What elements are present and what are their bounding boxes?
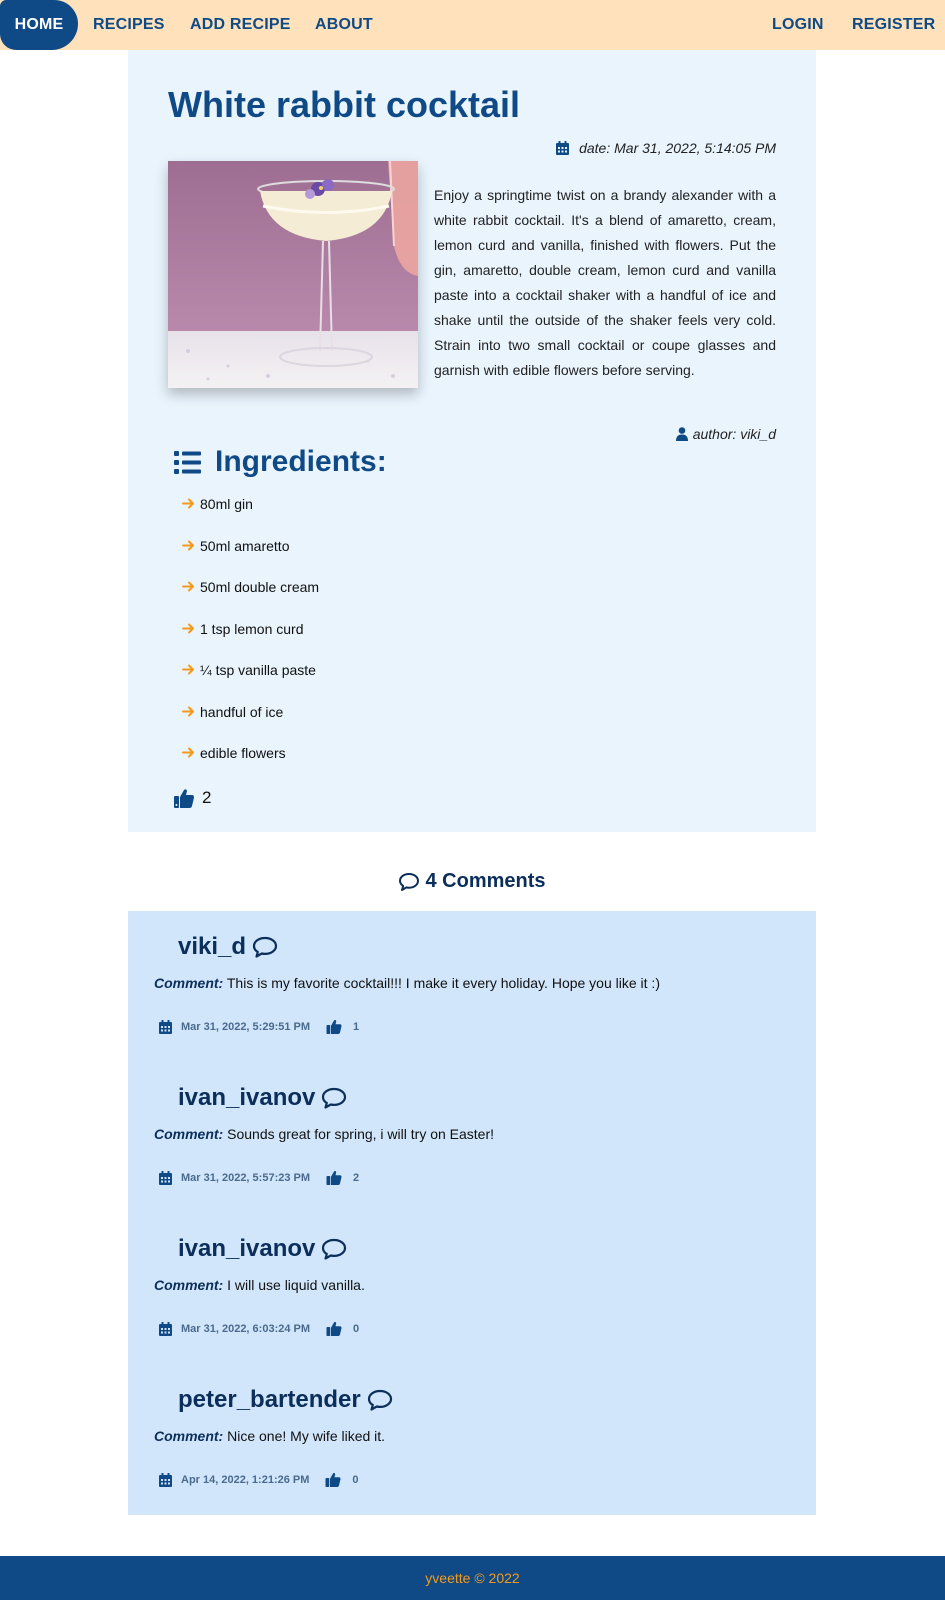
arrow-right-icon xyxy=(182,664,194,675)
recipe-likes[interactable]: 2 xyxy=(174,788,211,808)
comment-meta: Mar 31, 2022, 5:57:23 PM 2 xyxy=(159,1170,359,1185)
comments-list: viki_d Comment: This is my favorite cock… xyxy=(128,911,816,1515)
comment-icon xyxy=(399,872,420,891)
ingredient-text: 50ml amaretto xyxy=(200,537,290,554)
ingredient-text: ¼ tsp vanilla paste xyxy=(200,662,316,678)
recipe-description: Enjoy a springtime twist on a brandy ale… xyxy=(434,187,776,378)
comment-icon xyxy=(367,1389,392,1411)
comment-username: peter_bartender xyxy=(178,1386,361,1413)
footer-text: yveette © 2022 xyxy=(425,1570,520,1586)
comments-heading: 4 Comments xyxy=(128,870,816,893)
ingredient-item: handful of ice xyxy=(182,704,319,746)
comment-body: Comment: Sounds great for spring, i will… xyxy=(154,1126,494,1142)
arrow-right-icon xyxy=(182,540,194,550)
comment-meta: Mar 31, 2022, 5:29:51 PM 1 xyxy=(159,1019,359,1034)
comment-date: Mar 31, 2022, 5:29:51 PM xyxy=(181,1020,311,1033)
nav-about[interactable]: ABOUT xyxy=(315,0,373,50)
comment-label: Comment: xyxy=(154,1428,224,1444)
ingredient-text: handful of ice xyxy=(200,703,284,720)
comment-item: ivan_ivanov Comment: Sounds great for sp… xyxy=(128,1062,816,1213)
page-footer: yveette © 2022 xyxy=(0,1556,945,1600)
comment-likes: 2 xyxy=(353,1171,360,1184)
thumbs-up-icon[interactable] xyxy=(174,788,194,808)
comment-icon xyxy=(252,936,278,958)
comment-author: ivan_ivanov xyxy=(178,1084,347,1112)
arrow-right-icon xyxy=(182,747,194,758)
thumbs-up-icon[interactable] xyxy=(326,1170,342,1185)
comment-username: ivan_ivanov xyxy=(178,1235,316,1262)
comment-item: ivan_ivanov Comment: I will use liquid v… xyxy=(128,1213,816,1364)
calendar-icon xyxy=(159,1321,172,1336)
nav-add-recipe[interactable]: ADD RECIPE xyxy=(190,0,291,50)
thumbs-up-icon[interactable] xyxy=(325,1472,341,1487)
top-nav: HOME RECIPES ADD RECIPE ABOUT LOGIN REGI… xyxy=(0,0,945,50)
recipe-photo xyxy=(168,161,418,388)
ingredients-heading: Ingredients: xyxy=(174,445,387,479)
comment-likes: 0 xyxy=(353,1322,360,1335)
comment-author: peter_bartender xyxy=(178,1386,393,1414)
nav-login[interactable]: LOGIN xyxy=(772,0,824,50)
list-icon xyxy=(174,451,201,474)
recipe-author: author: viki_d xyxy=(675,426,776,442)
comment-date: Apr 14, 2022, 1:21:26 PM xyxy=(181,1473,310,1486)
calendar-icon xyxy=(556,141,570,155)
recipe-title: White rabbit cocktail xyxy=(168,84,521,125)
ingredient-item: 50ml amaretto xyxy=(182,538,319,580)
comments-count: 4 Comments xyxy=(425,870,546,892)
comment-text: Sounds great for spring, i will try on E… xyxy=(227,1126,495,1142)
calendar-icon xyxy=(159,1472,172,1487)
arrow-right-icon xyxy=(182,498,194,509)
comment-icon xyxy=(322,1238,347,1260)
comment-date: Mar 31, 2022, 5:57:23 PM xyxy=(181,1171,311,1184)
comment-username: ivan_ivanov xyxy=(178,1084,316,1111)
ingredients-list: 80ml gin 50ml amaretto 50ml double cream… xyxy=(182,496,319,787)
comment-text: This is my favorite cocktail!!! I make i… xyxy=(226,975,660,991)
recipe-date: date: Mar 31, 2022, 5:14:05 PM xyxy=(556,140,776,156)
nav-home[interactable]: HOME xyxy=(0,0,78,50)
comment-author: ivan_ivanov xyxy=(178,1235,347,1263)
ingredient-text: 50ml double cream xyxy=(200,579,320,595)
thumbs-up-icon[interactable] xyxy=(326,1321,342,1336)
comment-item: viki_d Comment: This is my favorite cock… xyxy=(128,911,816,1062)
arrow-right-icon xyxy=(182,623,194,633)
ingredient-item: 80ml gin xyxy=(182,496,319,538)
comment-likes: 1 xyxy=(353,1020,360,1033)
recipe-date-text: date: Mar 31, 2022, 5:14:05 PM xyxy=(579,140,776,156)
ingredient-text: edible flowers xyxy=(200,745,286,761)
comment-text: I will use liquid vanilla. xyxy=(227,1277,365,1293)
comment-label: Comment: xyxy=(154,1126,224,1142)
arrow-right-icon xyxy=(182,706,194,716)
ingredients-title: Ingredients: xyxy=(215,445,387,478)
recipe-card: White rabbit cocktail date: Mar 31, 2022… xyxy=(128,50,816,832)
comment-meta: Mar 31, 2022, 6:03:24 PM 0 xyxy=(159,1321,359,1336)
ingredient-text: 80ml gin xyxy=(200,496,253,512)
calendar-icon xyxy=(159,1019,172,1034)
comment-date: Mar 31, 2022, 6:03:24 PM xyxy=(181,1322,311,1335)
comment-author: viki_d xyxy=(178,933,278,961)
recipe-author-text: author: viki_d xyxy=(692,426,776,442)
arrow-right-icon xyxy=(182,581,194,592)
recipe-likes-count: 2 xyxy=(202,788,212,807)
comment-body: Comment: I will use liquid vanilla. xyxy=(154,1277,365,1293)
comment-username: viki_d xyxy=(178,933,247,960)
comment-body: Comment: Nice one! My wife liked it. xyxy=(154,1428,385,1444)
comment-meta: Apr 14, 2022, 1:21:26 PM 0 xyxy=(159,1472,359,1487)
ingredient-item: edible flowers xyxy=(182,745,319,787)
nav-recipes[interactable]: RECIPES xyxy=(93,0,165,50)
comment-body: Comment: This is my favorite cocktail!!!… xyxy=(154,975,660,991)
comment-likes: 0 xyxy=(352,1473,359,1486)
ingredient-item: 50ml double cream xyxy=(182,579,319,621)
comment-icon xyxy=(322,1087,347,1109)
comment-text: Nice one! My wife liked it. xyxy=(227,1428,386,1444)
ingredient-item: 1 tsp lemon curd xyxy=(182,621,319,663)
ingredient-item: ¼ tsp vanilla paste xyxy=(182,662,319,704)
user-icon xyxy=(675,427,688,441)
comment-item: peter_bartender Comment: Nice one! My wi… xyxy=(128,1364,816,1515)
ingredient-text: 1 tsp lemon curd xyxy=(200,620,304,637)
comment-label: Comment: xyxy=(154,1277,224,1293)
nav-register[interactable]: REGISTER xyxy=(852,0,935,50)
comment-label: Comment: xyxy=(154,975,224,991)
calendar-icon xyxy=(159,1170,172,1185)
thumbs-up-icon[interactable] xyxy=(326,1019,342,1034)
